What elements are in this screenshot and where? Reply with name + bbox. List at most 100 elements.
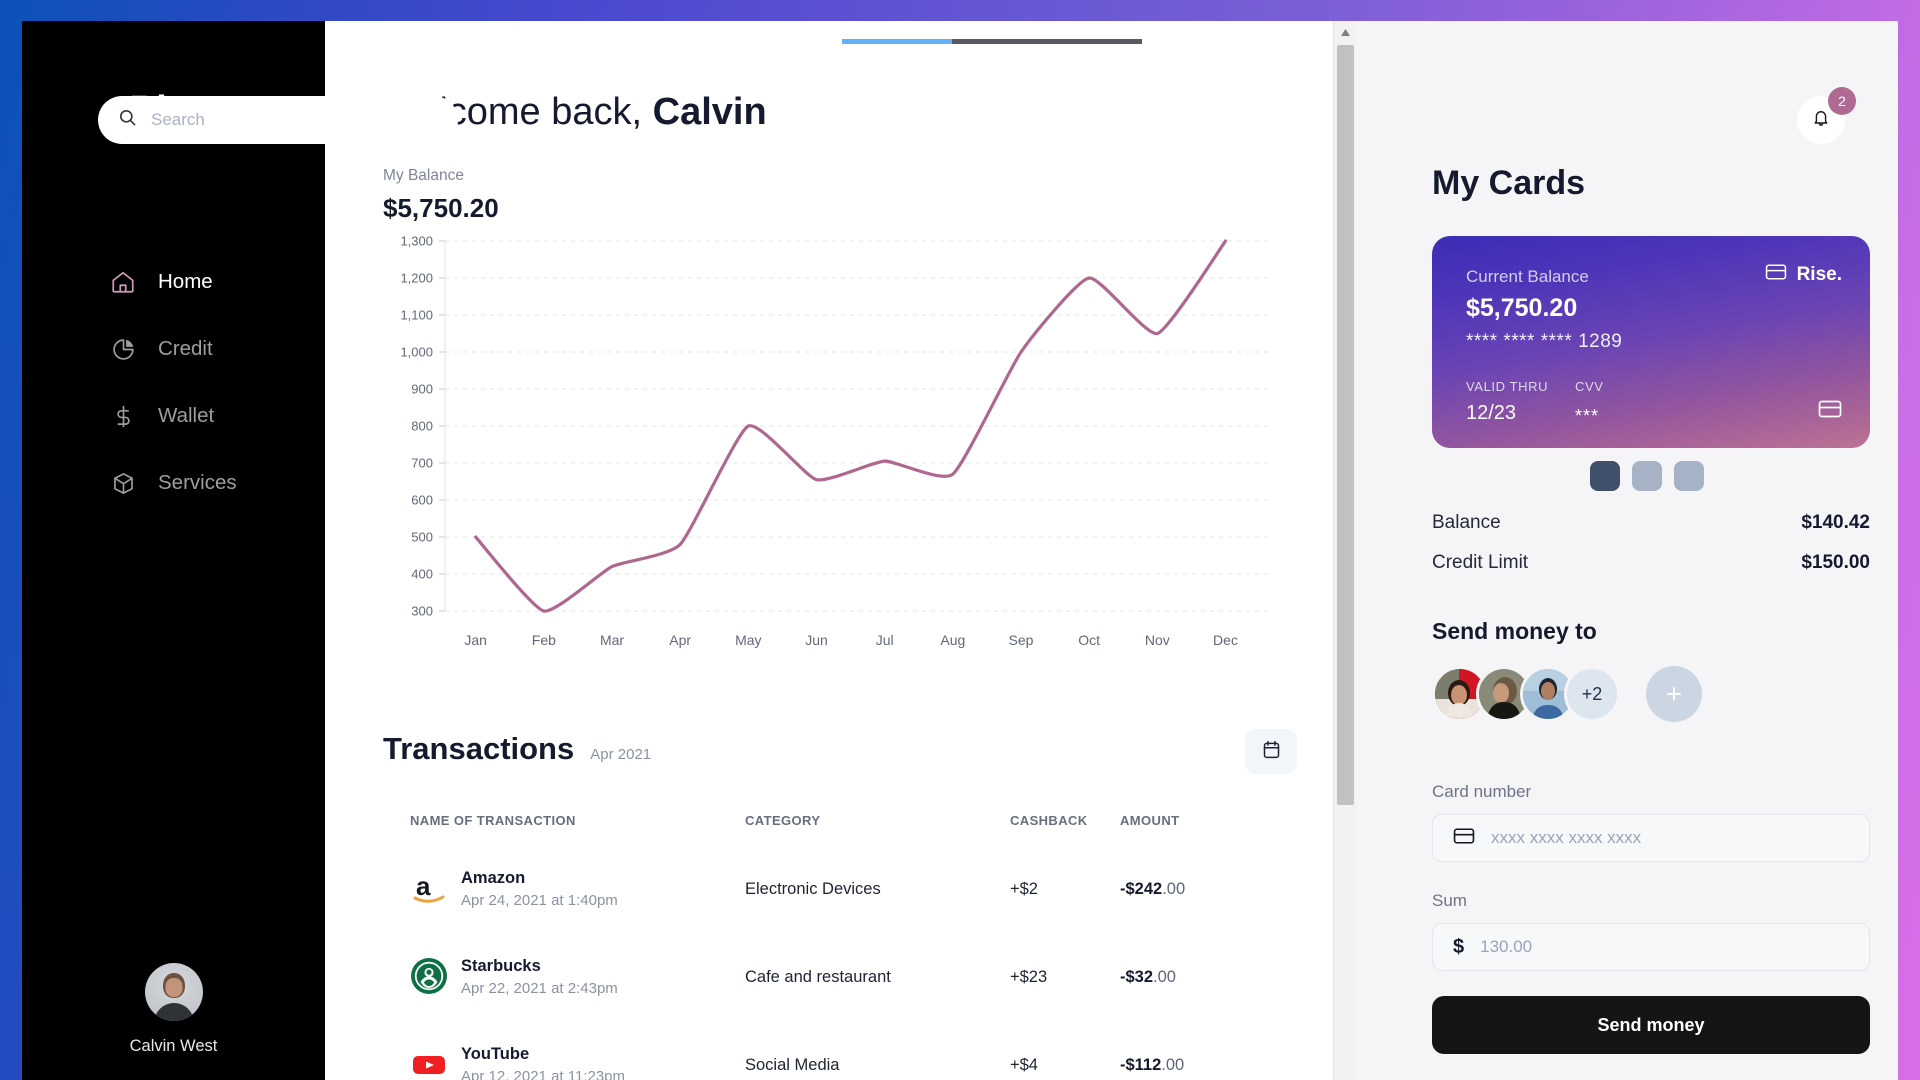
transactions-period: Apr 2021 [590,746,652,763]
bell-icon [1811,108,1831,133]
stat-label: Credit Limit [1432,552,1529,573]
balance-label: My Balance [383,167,464,184]
sidebar-item-services[interactable]: Services [110,462,325,504]
search-input[interactable] [151,110,431,130]
sidebar-item-label: Home [158,270,213,293]
avatar [144,963,203,1021]
svg-text:1,300: 1,300 [400,234,433,249]
svg-text:800: 800 [411,419,433,434]
table-row[interactable]: Starbucks Apr 22, 2021 at 2:43pm Cafe an… [325,939,1356,1027]
card-number: **** **** **** 1289 [1466,331,1623,352]
my-cards-title: My Cards [1432,164,1586,202]
card-number-field[interactable] [1432,814,1870,862]
svg-text:Apr: Apr [669,632,691,648]
amount-minor: .00 [1162,880,1186,898]
search-bar[interactable] [98,96,458,144]
svg-text:Aug: Aug [940,632,965,648]
youtube-logo [410,1045,448,1080]
svg-text:a: a [416,871,431,901]
column-header-cashback: CASHBACK [1010,813,1088,828]
card-brand: Rise. [1765,263,1842,287]
svg-text:Jan: Jan [464,632,487,648]
browser-gradient-frame: Rise. Home [0,0,1920,1080]
transactions-list: a Amazon Apr 24, 2021 at 1:40pm Electron… [325,851,1356,1080]
page-loading-bar [842,39,1142,44]
transaction-amount: -$32.00 [1120,968,1176,987]
card-valid-thru-label: VALID THRU [1466,379,1549,394]
contacts-more-count[interactable]: +2 [1564,666,1620,722]
transactions-title: Transactions [383,731,575,766]
amount-major: -$32 [1120,968,1154,986]
sidebar-item-label: Wallet [158,404,215,427]
sidebar-nav: Home Credit Wallet Services [110,261,325,529]
transactions-header: Transactions Apr 2021 [383,731,651,767]
scrollbar-thumb[interactable] [1337,45,1354,805]
app-viewport: Rise. Home [22,21,1898,1080]
stat-value: $140.42 [1801,512,1870,533]
transaction-cashback: +$23 [1010,968,1048,986]
svg-text:Jun: Jun [805,632,828,648]
transaction-amount: -$242.00 [1120,880,1185,899]
sidebar-profile[interactable]: Calvin West [22,963,325,1056]
card-cvv-label: CVV [1575,379,1604,394]
svg-text:1,100: 1,100 [400,308,433,323]
sidebar-item-wallet[interactable]: Wallet [110,395,325,437]
chart-x-axis-labels: Jan Feb Mar Apr May Jun Jul Aug Sep Oct Nov Dec [464,632,1238,648]
scroll-up-arrow[interactable] [1334,21,1357,43]
column-header-amount: AMOUNT [1120,813,1180,828]
table-row[interactable]: YouTube Apr 12, 2021 at 11:23pm Social M… [325,1027,1356,1080]
sidebar-item-label: Services [158,471,237,494]
sum-input[interactable] [1480,937,1811,957]
card-number-input[interactable] [1491,828,1821,848]
column-header-name: NAME OF TRANSACTION [410,813,576,828]
balance-line-chart: 300 400 500 600 700 800 900 1,000 1,100 1,200 1,30… [383,233,1283,683]
svg-text:1,000: 1,000 [400,345,433,360]
calendar-button[interactable] [1245,729,1297,774]
stat-credit-limit: Credit Limit $150.00 [1432,552,1870,574]
carousel-dot-1[interactable] [1590,461,1620,491]
svg-text:May: May [735,632,761,648]
stat-balance: Balance $140.42 [1432,512,1870,534]
sidebar-item-label: Credit [158,337,213,360]
amount-minor: .00 [1161,1056,1185,1074]
transaction-date: Apr 22, 2021 at 2:43pm [461,980,618,997]
carousel-dot-3[interactable] [1674,461,1704,491]
sidebar: Rise. Home [22,21,325,1080]
sum-field[interactable]: $ [1432,923,1870,971]
svg-text:400: 400 [411,567,433,582]
page-loading-bar-fill [842,39,952,44]
transaction-date: Apr 24, 2021 at 1:40pm [461,892,618,909]
cube-icon [110,470,136,496]
card-number-label: Card number [1432,782,1532,801]
welcome-name: Calvin [652,91,767,133]
notification-badge: 2 [1828,87,1856,115]
starbucks-logo [410,957,448,995]
card-carousel-dots [1590,461,1704,491]
stat-label: Balance [1432,512,1501,533]
svg-text:Oct: Oct [1078,632,1100,648]
sidebar-item-home[interactable]: Home [110,261,325,303]
transaction-category: Cafe and restaurant [745,968,891,986]
chart-y-axis-labels: 300 400 500 600 700 800 900 1,000 1,100 1,200 1,30… [400,234,433,619]
svg-text:Jul: Jul [876,632,894,648]
balance-value: $5,750.20 [383,193,499,223]
calendar-icon [1261,739,1282,765]
transaction-cashback: +$4 [1010,1056,1038,1074]
amount-minor: .00 [1153,968,1176,986]
table-row[interactable]: a Amazon Apr 24, 2021 at 1:40pm Electron… [325,851,1356,939]
search-icon [118,108,137,132]
svg-text:Feb: Feb [532,632,556,648]
amazon-logo: a [410,869,448,907]
sidebar-item-credit[interactable]: Credit [110,328,325,370]
send-money-button[interactable]: Send money [1432,996,1870,1054]
credit-card[interactable]: Current Balance $5,750.20 **** **** ****… [1432,236,1870,448]
card-icon [1453,827,1475,850]
add-contact-button[interactable]: + [1646,666,1702,722]
page-scrollbar[interactable] [1333,21,1356,1080]
svg-text:600: 600 [411,493,433,508]
card-cvv-value: *** [1575,406,1600,426]
chart-svg: 300 400 500 600 700 800 900 1,000 1,100 1,200 1,30… [400,234,1273,648]
transaction-category: Social Media [745,1056,840,1074]
main-content: Welcome back, Calvin My Balance $5,750.2… [325,21,1356,1080]
carousel-dot-2[interactable] [1632,461,1662,491]
